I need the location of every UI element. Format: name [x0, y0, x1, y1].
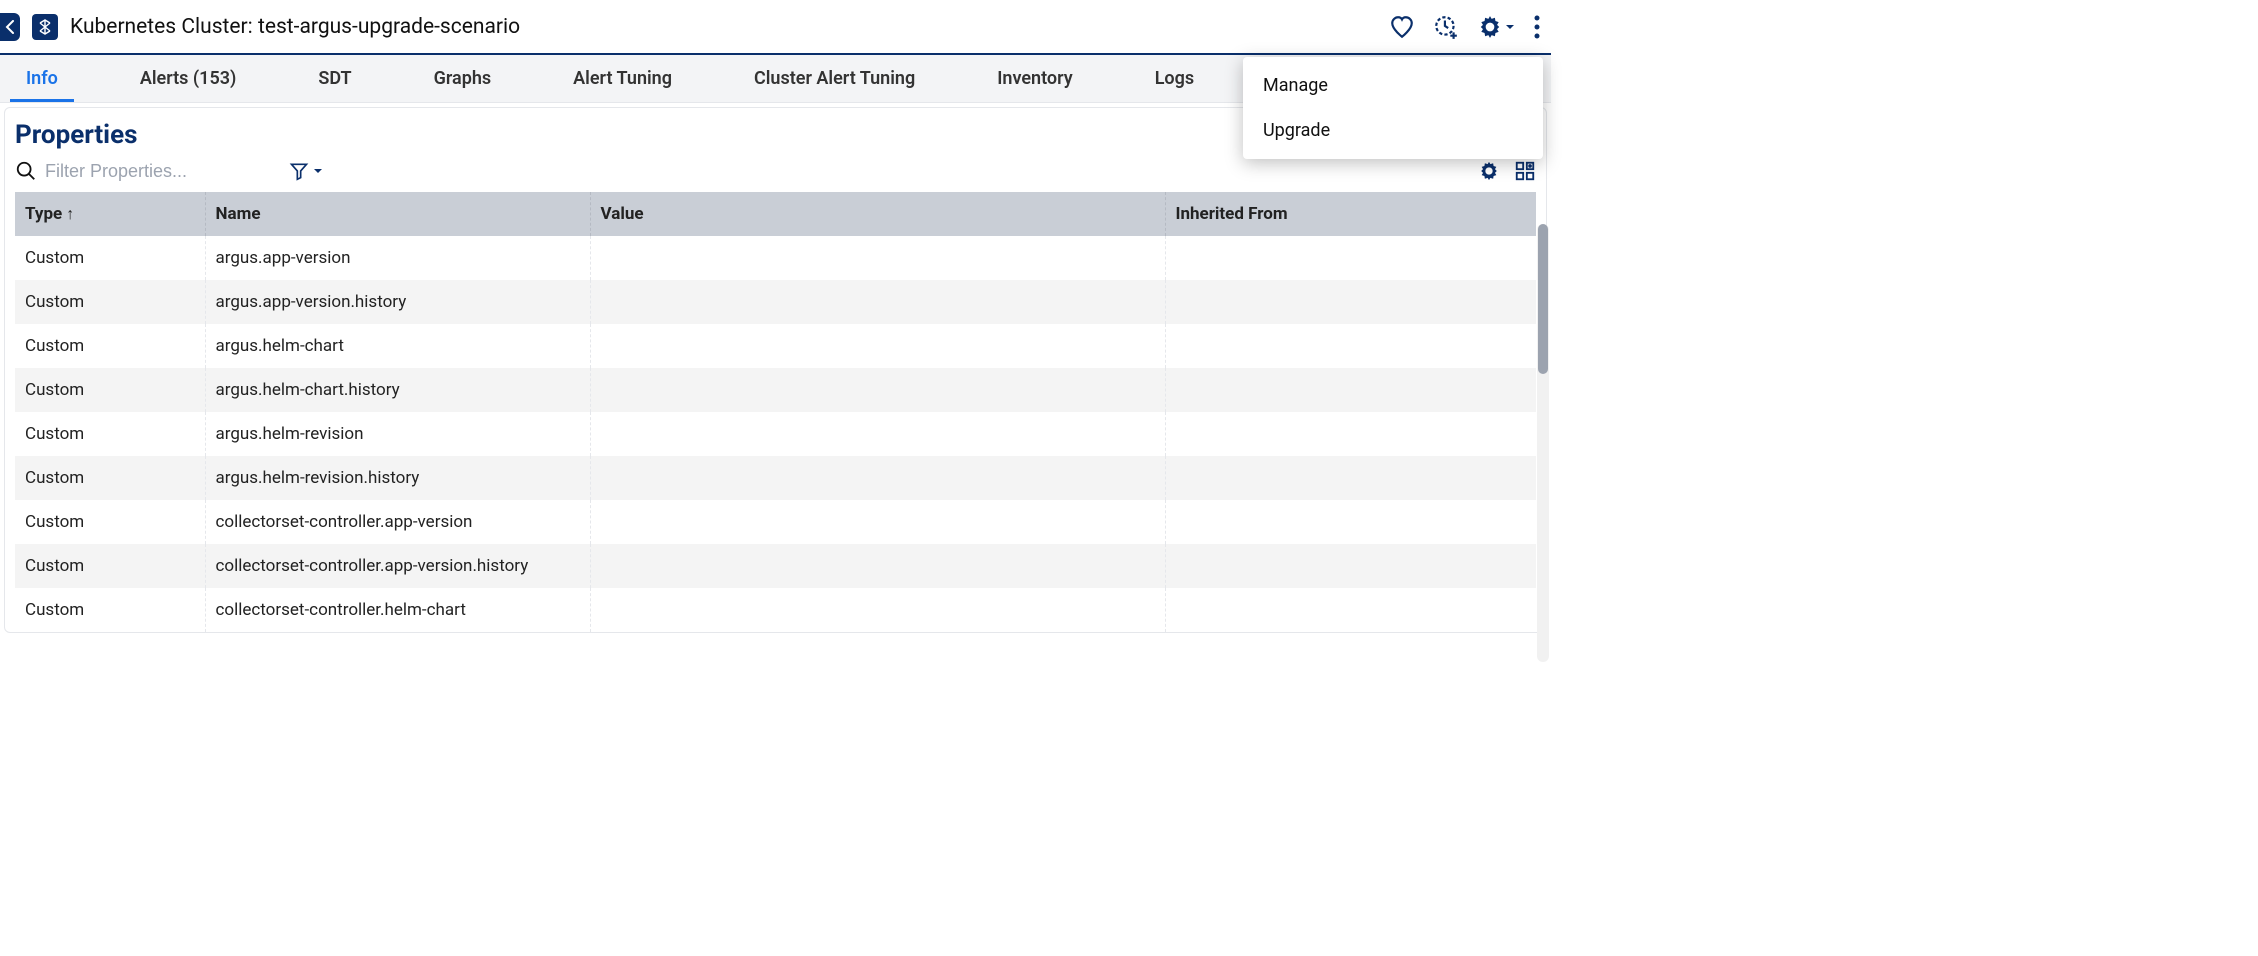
cell-inherited	[1165, 456, 1536, 500]
topbar-left: Kubernetes Cluster: test-argus-upgrade-s…	[10, 13, 520, 41]
cell-type: Custom	[15, 236, 205, 280]
cell-type: Custom	[15, 368, 205, 412]
table-body: Customargus.app-versionCustomargus.app-v…	[15, 236, 1536, 632]
gear-icon	[1478, 160, 1500, 182]
cell-inherited	[1165, 412, 1536, 456]
search-box	[15, 160, 275, 182]
cell-type: Custom	[15, 280, 205, 324]
table-row[interactable]: Customargus.app-version.history	[15, 280, 1536, 324]
table-header-row: Type↑ Name Value Inherited From	[15, 192, 1536, 236]
filter-button[interactable]	[289, 161, 323, 181]
table-row[interactable]: Customargus.helm-revision.history	[15, 456, 1536, 500]
gear-icon	[1477, 14, 1503, 40]
chevron-left-icon	[5, 20, 15, 34]
top-bar: Kubernetes Cluster: test-argus-upgrade-s…	[0, 0, 1551, 55]
clock-plus-icon	[1433, 14, 1459, 40]
tab-logs[interactable]: Logs	[1139, 55, 1210, 102]
vertical-scrollbar[interactable]	[1537, 224, 1549, 662]
cell-name: collectorset-controller.app-version.hist…	[205, 544, 590, 588]
tab-sdt[interactable]: SDT	[302, 55, 367, 102]
properties-panel: Properties Type↑ Name Value Inhe	[4, 107, 1547, 633]
table-row[interactable]: Customcollectorset-controller.app-versio…	[15, 500, 1536, 544]
search-icon	[15, 160, 37, 182]
favorite-button[interactable]	[1389, 14, 1415, 40]
tab-alert-tuning[interactable]: Alert Tuning	[557, 55, 688, 102]
cell-value	[590, 456, 1165, 500]
cell-inherited	[1165, 236, 1536, 280]
back-button[interactable]	[0, 13, 20, 41]
tab-graphs[interactable]: Graphs	[418, 55, 508, 102]
sort-asc-icon: ↑	[66, 204, 74, 223]
tab-inventory[interactable]: Inventory	[981, 55, 1088, 102]
cell-name: argus.helm-chart	[205, 324, 590, 368]
kebab-icon	[1533, 14, 1541, 40]
tab-alerts[interactable]: Alerts (153)	[124, 55, 253, 102]
page-title: Kubernetes Cluster: test-argus-upgrade-s…	[70, 15, 520, 39]
cell-name: argus.app-version	[205, 236, 590, 280]
panel-layout-button[interactable]	[1514, 160, 1536, 182]
cell-type: Custom	[15, 324, 205, 368]
scrollbar-thumb[interactable]	[1538, 224, 1548, 374]
cell-type: Custom	[15, 456, 205, 500]
cell-type: Custom	[15, 500, 205, 544]
kubernetes-icon	[32, 14, 58, 40]
cell-value	[590, 588, 1165, 632]
table-row[interactable]: Customargus.helm-revision	[15, 412, 1536, 456]
grid-icon	[1514, 160, 1536, 182]
cell-inherited	[1165, 280, 1536, 324]
settings-dropdown: Manage Upgrade	[1243, 57, 1543, 159]
col-header-type[interactable]: Type↑	[15, 192, 205, 236]
table-row[interactable]: Customcollectorset-controller.app-versio…	[15, 544, 1536, 588]
col-header-inherited[interactable]: Inherited From	[1165, 192, 1536, 236]
cell-value	[590, 368, 1165, 412]
cell-value	[590, 324, 1165, 368]
funnel-icon	[289, 161, 309, 181]
cell-type: Custom	[15, 588, 205, 632]
panel-actions	[1478, 160, 1536, 182]
table-row[interactable]: Customcollectorset-controller.helm-chart	[15, 588, 1536, 632]
table-row[interactable]: Customargus.app-version	[15, 236, 1536, 280]
cell-inherited	[1165, 588, 1536, 632]
table-row[interactable]: Customargus.helm-chart	[15, 324, 1536, 368]
caret-down-icon	[1505, 22, 1515, 32]
cell-name: argus.helm-revision.history	[205, 456, 590, 500]
cell-name: argus.helm-chart.history	[205, 368, 590, 412]
tab-info[interactable]: Info	[10, 55, 74, 102]
caret-down-icon	[313, 166, 323, 176]
cell-value	[590, 236, 1165, 280]
settings-button[interactable]	[1477, 14, 1515, 40]
schedule-button[interactable]	[1433, 14, 1459, 40]
table-row[interactable]: Customargus.helm-chart.history	[15, 368, 1536, 412]
cell-name: argus.helm-revision	[205, 412, 590, 456]
panel-settings-button[interactable]	[1478, 160, 1500, 182]
cell-value	[590, 412, 1165, 456]
dropdown-item-manage[interactable]: Manage	[1243, 63, 1543, 108]
col-header-value[interactable]: Value	[590, 192, 1165, 236]
cell-inherited	[1165, 544, 1536, 588]
cell-inherited	[1165, 368, 1536, 412]
properties-table: Type↑ Name Value Inherited From Customar…	[15, 192, 1536, 632]
dropdown-item-upgrade[interactable]: Upgrade	[1243, 108, 1543, 153]
cell-type: Custom	[15, 544, 205, 588]
tab-cluster-alert-tuning[interactable]: Cluster Alert Tuning	[738, 55, 931, 102]
cell-inherited	[1165, 324, 1536, 368]
col-header-name[interactable]: Name	[205, 192, 590, 236]
cell-type: Custom	[15, 412, 205, 456]
cell-inherited	[1165, 500, 1536, 544]
cell-value	[590, 544, 1165, 588]
cell-name: argus.app-version.history	[205, 280, 590, 324]
cell-value	[590, 280, 1165, 324]
topbar-right	[1389, 14, 1541, 40]
cell-name: collectorset-controller.app-version	[205, 500, 590, 544]
more-button[interactable]	[1533, 14, 1541, 40]
heart-icon	[1389, 14, 1415, 40]
cell-name: collectorset-controller.helm-chart	[205, 588, 590, 632]
cell-value	[590, 500, 1165, 544]
filter-input[interactable]	[45, 161, 245, 182]
filter-row	[15, 160, 1536, 182]
